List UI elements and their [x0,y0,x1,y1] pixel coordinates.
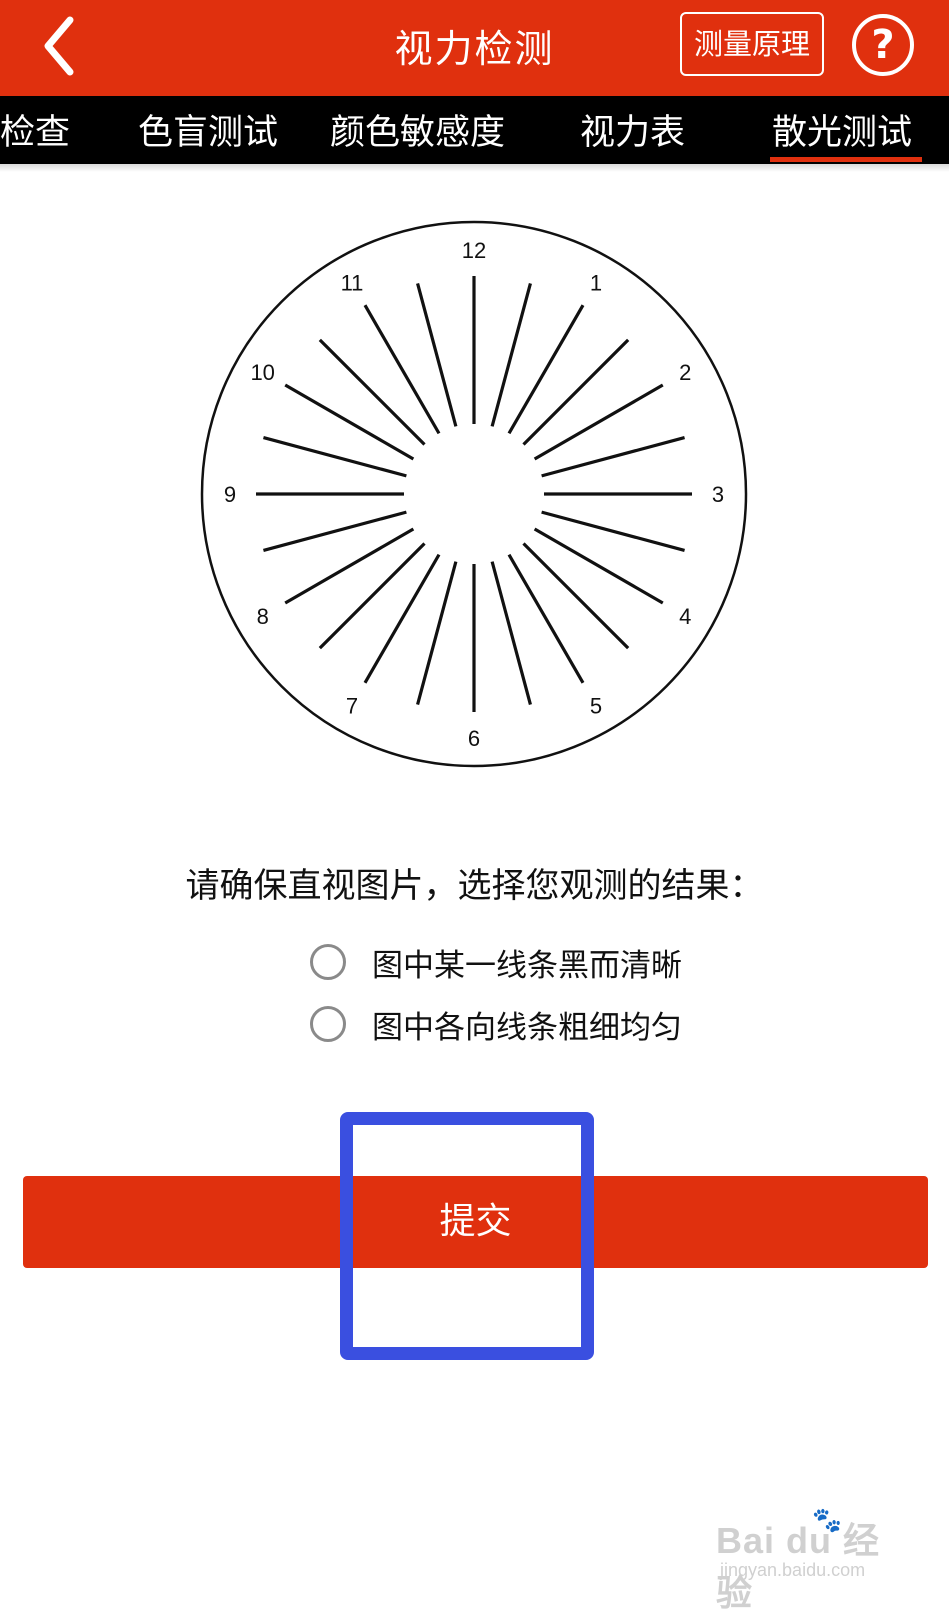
question-prompt: 请确保直视图片，选择您观测的结果： [185,866,764,906]
measurement-principle-button[interactable]: 测量原理 [680,12,824,76]
chart-hour-label: 7 [346,693,358,718]
tab-color-blind-test[interactable]: 色盲测试 [138,104,278,155]
option-label: 图中某一线条黑而清晰 [372,948,682,984]
app-header: 视力检测 测量原理 ? [0,0,949,96]
paw-icon: 🐾 [812,1507,842,1534]
chart-hour-label: 10 [250,360,274,385]
active-tab-indicator [770,157,922,162]
chart-hour-label: 11 [341,271,364,296]
radio-button[interactable] [310,1006,346,1042]
chart-hour-label: 1 [590,271,602,296]
tab-check[interactable]: 检查 [0,104,70,155]
chart-hour-label: 6 [468,726,480,751]
chart-hour-label: 2 [679,360,691,385]
tab-bar-shadow [0,164,949,172]
chart-hour-label: 5 [590,693,602,718]
watermark-url: jingyan.baidu.com [720,1560,866,1580]
option-label: 图中各向线条粗细均匀 [372,1010,682,1046]
chart-hour-label: 8 [257,604,269,629]
chart-hour-label: 12 [462,238,486,263]
test-tab-bar: 检查 色盲测试 颜色敏感度 视力表 散光测试 [0,96,949,164]
astigmatism-chart: 121234567891011 [200,220,748,768]
chart-hour-label: 3 [712,482,724,507]
radio-button[interactable] [310,944,346,980]
tab-color-sensitivity[interactable]: 颜色敏感度 [330,104,505,155]
baidu-jingyan-watermark: Bai du 经验 🐾 jingyan.baidu.com [716,1507,916,1613]
chart-hour-label: 4 [679,604,691,629]
tab-eye-chart[interactable]: 视力表 [580,104,685,155]
tab-astigmatism-test[interactable]: 散光测试 [772,104,912,155]
help-icon[interactable]: ? [852,14,914,76]
annotation-highlight-box [340,1112,594,1360]
chart-hour-label: 9 [224,482,236,507]
